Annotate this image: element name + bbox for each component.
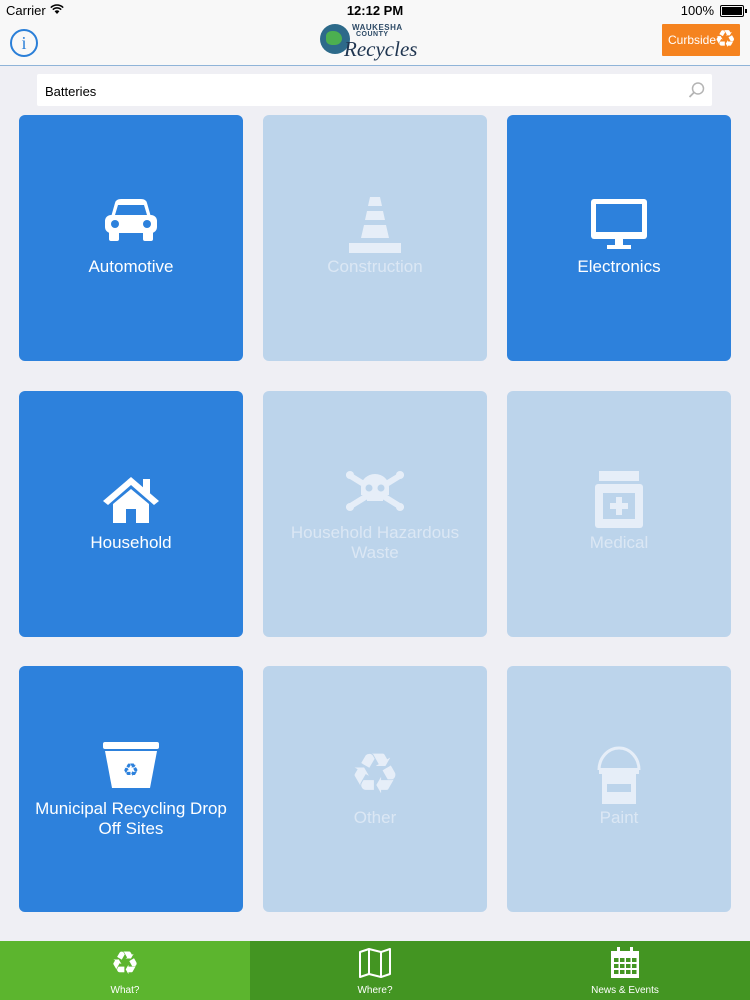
navigation-bar: i WAUKESHA COUNTY Recycles Curbside ♻: [0, 20, 750, 66]
tab-label: Where?: [357, 985, 393, 996]
monitor-icon: [507, 197, 731, 257]
category-tile-municipal-recycling[interactable]: ♻ Municipal Recycling Drop Off Sites: [19, 666, 243, 912]
battery-icon: [720, 5, 747, 17]
traffic-cone-icon: [263, 197, 487, 257]
tab-label: News & Events: [591, 985, 659, 996]
waukesha-county-recycles-logo: WAUKESHA COUNTY Recycles: [318, 22, 432, 62]
category-label: Household Hazardous Waste: [290, 523, 460, 562]
tab-news-events[interactable]: News & Events: [500, 941, 750, 1000]
category-tile-paint[interactable]: Paint: [507, 666, 731, 912]
category-tile-automotive[interactable]: Automotive: [19, 115, 243, 361]
search-bar: [37, 74, 712, 108]
car-icon: [19, 197, 243, 257]
clock-time: 12:12 PM: [346, 3, 404, 18]
category-label: Other: [353, 808, 397, 827]
info-button[interactable]: i: [10, 29, 38, 57]
house-icon: [19, 475, 243, 535]
category-label: Automotive: [88, 257, 174, 276]
paint-bucket-icon: [507, 744, 731, 804]
info-icon: i: [21, 33, 27, 53]
category-tile-household[interactable]: Household: [19, 391, 243, 637]
recycle-icon: ♻: [110, 945, 140, 981]
tab-what[interactable]: ♻ What?: [0, 941, 250, 1000]
category-tile-other[interactable]: ♻ Other: [263, 666, 487, 912]
category-label: Medical: [589, 533, 649, 552]
logo-line-3: Recycles: [344, 37, 418, 61]
category-tile-medical[interactable]: Medical: [507, 391, 731, 637]
svg-text:♻: ♻: [123, 760, 139, 781]
category-label: Household: [90, 533, 172, 552]
category-label: Paint: [599, 808, 639, 827]
category-label: Electronics: [577, 257, 661, 276]
category-tile-construction[interactable]: Construction: [263, 115, 487, 361]
skull-crossbones-icon: [263, 469, 487, 529]
battery-percentage: 100%: [680, 3, 714, 18]
category-label: Construction: [327, 257, 423, 276]
recycle-icon: ♻: [349, 742, 401, 805]
tab-label: What?: [110, 985, 140, 996]
search-icon[interactable]: [688, 81, 706, 99]
tab-where[interactable]: Where?: [250, 941, 500, 1000]
status-bar: Carrier 12:12 PM 100%: [0, 0, 750, 20]
calendar-icon: [500, 947, 750, 979]
search-input[interactable]: [43, 74, 677, 108]
curbside-label: Curbside: [668, 33, 717, 47]
tab-bar: ♻ What? Where? News & Events: [0, 941, 750, 1000]
category-tile-electronics[interactable]: Electronics: [507, 115, 731, 361]
map-icon: [250, 947, 500, 979]
category-tile-household-hazardous-waste[interactable]: Household Hazardous Waste: [263, 391, 487, 637]
medicine-bottle-icon: [507, 471, 731, 531]
category-label: Municipal Recycling Drop Off Sites: [35, 799, 227, 838]
recycling-bin-icon: ♻: [19, 742, 243, 802]
curbside-button[interactable]: Curbside ♻: [662, 24, 740, 56]
recycle-icon: ♻: [714, 26, 736, 53]
